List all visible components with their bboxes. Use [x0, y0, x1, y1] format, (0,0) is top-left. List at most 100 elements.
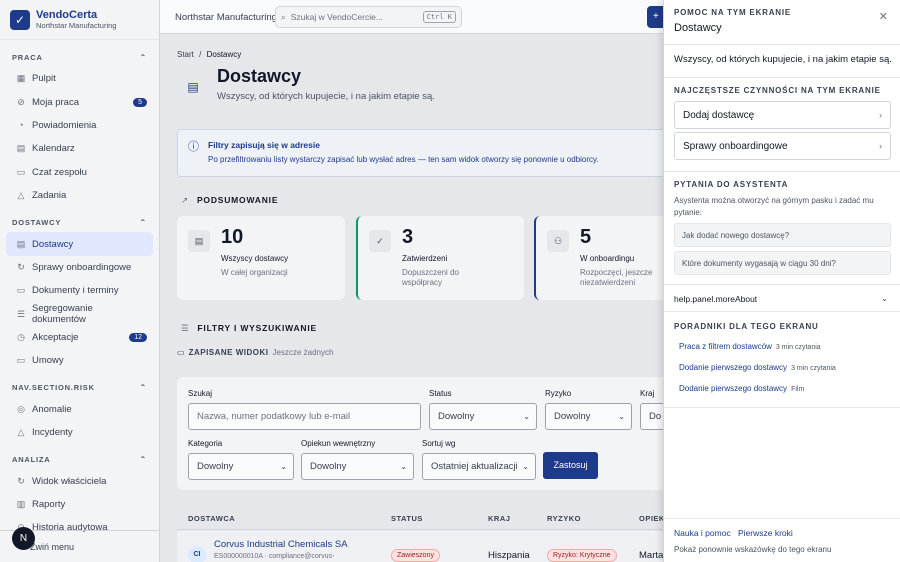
nav-icon: ◷	[17, 332, 25, 343]
sidebar-item-1-2[interactable]: ▭ Dokumenty i terminy	[0, 279, 159, 302]
stat-sub: W całej organizacji	[221, 268, 288, 277]
sidebar-item-label: Powiadomienia	[32, 119, 97, 131]
breadcrumb-home[interactable]: Start	[177, 50, 194, 59]
risk-select[interactable]: Dowolny ⌄	[545, 403, 632, 430]
saved-views-empty: Jeszcze żadnych	[272, 348, 334, 357]
help-assistant-note: Asystenta można otworzyć na górnym pasku…	[674, 196, 874, 217]
chevron-up-icon: ⌃	[139, 52, 147, 62]
sidebar-item-2-0[interactable]: ◎ Anomalie	[0, 398, 159, 421]
col-country[interactable]: KRAJ	[488, 514, 510, 523]
chevron-right-icon: ›	[879, 110, 882, 120]
sidebar: ✓ VendoCerta Northstar Manufacturing PRA…	[0, 0, 160, 562]
status-select-value: Dowolny	[438, 411, 475, 422]
filters-panel: Szukaj Nazwa, numer podatkowy lub e-mail…	[177, 377, 663, 490]
help-action-add-vendor[interactable]: Dodaj dostawcę ›	[674, 101, 891, 129]
page-title: Dostawcy	[217, 66, 302, 86]
guide-meta: 3 min czytania	[791, 365, 836, 372]
stat-card-all[interactable]: ▤ 10 Wszyscy dostawcy W całej organizacj…	[177, 216, 345, 300]
nav-icon: ◎	[17, 403, 25, 414]
sidebar-item-0-1[interactable]: ⊘ Moja praca 5	[0, 90, 159, 113]
sidebar-item-0-5[interactable]: △ Zadania	[0, 184, 159, 207]
sidebar-item-3-0[interactable]: ↻ Widok właściciela	[0, 469, 159, 492]
sort-label: Sortuj wg	[422, 439, 456, 448]
sidebar-section-title: NAV.SECTION.RISK	[12, 383, 95, 393]
help-title: Dostawcy	[674, 22, 722, 34]
sidebar-section-0[interactable]: PRACA ⌃	[0, 47, 159, 67]
col-owner[interactable]: OPIEK	[639, 514, 663, 523]
sidebar-item-label: Raporty	[32, 499, 66, 511]
sidebar-section-3[interactable]: ANALIZA ⌃	[0, 449, 159, 469]
nav-icon: ◔	[18, 120, 24, 131]
sidebar-item-0-2[interactable]: ◔ Powiadomienia	[0, 114, 159, 137]
sidebar-section-title: ANALIZA	[12, 454, 51, 464]
vendor-search-input[interactable]: Nazwa, numer podatkowy lub e-mail	[188, 403, 421, 430]
category-select[interactable]: Dowolny ⌄	[188, 453, 294, 480]
country-select[interactable]: Do	[640, 403, 663, 430]
owner-select[interactable]: Dowolny ⌄	[301, 453, 414, 480]
assistant-question[interactable]: Jak dodać nowego dostawcę?	[674, 223, 891, 247]
stat-sub: Dopuszczeni do współpracy	[402, 268, 459, 287]
sidebar-item-1-4[interactable]: ◷ Akceptacje 12	[0, 326, 159, 349]
apply-filters-button[interactable]: Zastosuj	[543, 452, 598, 479]
col-risk[interactable]: RYZYKO	[547, 514, 581, 523]
sidebar-item-0-3[interactable]: ▤ Kalendarz	[0, 137, 159, 160]
brand-org: Northstar Manufacturing	[36, 21, 117, 30]
guide-meta: 3 min czytania	[775, 344, 821, 351]
stat-card-onboarding[interactable]: ⚇ 5 W onboardingu Rozpoczęci, jeszcze ni…	[534, 216, 663, 300]
trend-icon: ↗	[181, 195, 189, 205]
org-switcher[interactable]: Northstar Manufacturing	[175, 12, 277, 23]
chevron-right-icon: ›	[879, 141, 882, 151]
sidebar-item-1-0[interactable]: ▤ Dostawcy	[6, 232, 153, 256]
guide-link[interactable]: Praca z filtrem dostawców 3 min czytania	[679, 342, 821, 351]
sidebar-item-1-5[interactable]: ▭ Umowy	[0, 349, 159, 372]
search-placeholder: Szukaj w VendoCercie...	[290, 12, 383, 22]
sidebar-item-label: Incydenty	[32, 427, 73, 439]
info-title: Filtry zapisują się w adresie	[208, 140, 320, 150]
sidebar-item-1-3[interactable]: ☰ Segregowanie dokumentów	[0, 303, 159, 326]
breadcrumb-current: Dostawcy	[206, 50, 242, 59]
sidebar-section-2[interactable]: NAV.SECTION.RISK ⌃	[0, 378, 159, 398]
vendor-name-link[interactable]: Corvus Industrial Chemicals SA	[214, 539, 348, 550]
help-panel: POMOC NA TYM EKRANIE Dostawcy ✕ Wszyscy,…	[663, 0, 900, 562]
chevron-down-icon[interactable]: ⌄	[881, 294, 888, 303]
col-vendor[interactable]: DOSTAWCA	[188, 514, 235, 523]
chevron-down-icon: ⌄	[618, 412, 625, 421]
main-content: Start / Dostawcy ▤ Dostawcy Wszyscy, od …	[160, 34, 663, 562]
nav-icon: △	[17, 427, 25, 438]
status-select[interactable]: Dowolny ⌄	[429, 403, 537, 430]
getting-started-link[interactable]: Pierwsze kroki	[738, 528, 793, 538]
sort-select[interactable]: Ostatniej aktualizacji ⌄	[422, 453, 536, 480]
table-row[interactable]: CI Corvus Industrial Chemicals SA ES0000…	[177, 531, 663, 562]
global-search-input[interactable]: ⌕ Szukaj w VendoCercie... Ctrl K	[275, 6, 462, 28]
chevron-up-icon: ⌃	[139, 217, 147, 227]
learning-help-link[interactable]: Nauka i pomoc	[674, 528, 731, 538]
sidebar-item-2-1[interactable]: △ Incydenty	[0, 421, 159, 444]
stat-card-approved[interactable]: ✓ 3 Zatwierdzeni Dopuszczeni do współpra…	[356, 216, 524, 300]
guide-title: Dodanie pierwszego dostawcy	[679, 384, 788, 393]
sidebar-section-1[interactable]: DOSTAWCY ⌃	[0, 212, 159, 232]
stat-label: W onboardingu	[580, 254, 635, 263]
divider	[664, 284, 900, 285]
sidebar-item-3-1[interactable]: ▥ Raporty	[0, 493, 159, 516]
guide-link[interactable]: Dodanie pierwszego dostawcy 3 min czytani…	[679, 363, 836, 372]
col-status[interactable]: STATUS	[391, 514, 423, 523]
breadcrumb-separator: /	[199, 50, 202, 59]
help-action-onboarding[interactable]: Sprawy onboardingowe ›	[674, 132, 891, 160]
sidebar-item-0-4[interactable]: ▭ Czat zespołu	[0, 161, 159, 184]
sidebar-item-0-0[interactable]: ▦ Pulpit	[0, 67, 159, 90]
assistant-fab-button[interactable]: N	[12, 527, 35, 550]
risk-select-value: Dowolny	[554, 411, 591, 422]
sidebar-item-1-1[interactable]: ↻ Sprawy onboardingowe	[0, 256, 159, 279]
divider	[664, 311, 900, 312]
search-shortcut: Ctrl K	[422, 11, 456, 23]
more-about-toggle[interactable]: help.panel.moreAbout	[674, 294, 757, 304]
sidebar-item-label: Dokumenty i terminy	[32, 285, 119, 297]
divider	[664, 77, 900, 78]
page-subtitle: Wszyscy, od których kupujecie, i na jaki…	[217, 91, 435, 102]
assistant-question[interactable]: Które dokumenty wygasają w ciągu 30 dni?	[674, 251, 891, 275]
close-icon[interactable]: ✕	[879, 10, 888, 23]
guide-link[interactable]: Dodanie pierwszego dostawcy Film	[679, 384, 804, 393]
brand[interactable]: ✓ VendoCerta Northstar Manufacturing	[0, 0, 159, 40]
help-action-label: Dodaj dostawcę	[683, 110, 755, 121]
show-tip-again-link[interactable]: Pokaż ponownie wskazówkę do tego ekranu	[674, 545, 831, 554]
